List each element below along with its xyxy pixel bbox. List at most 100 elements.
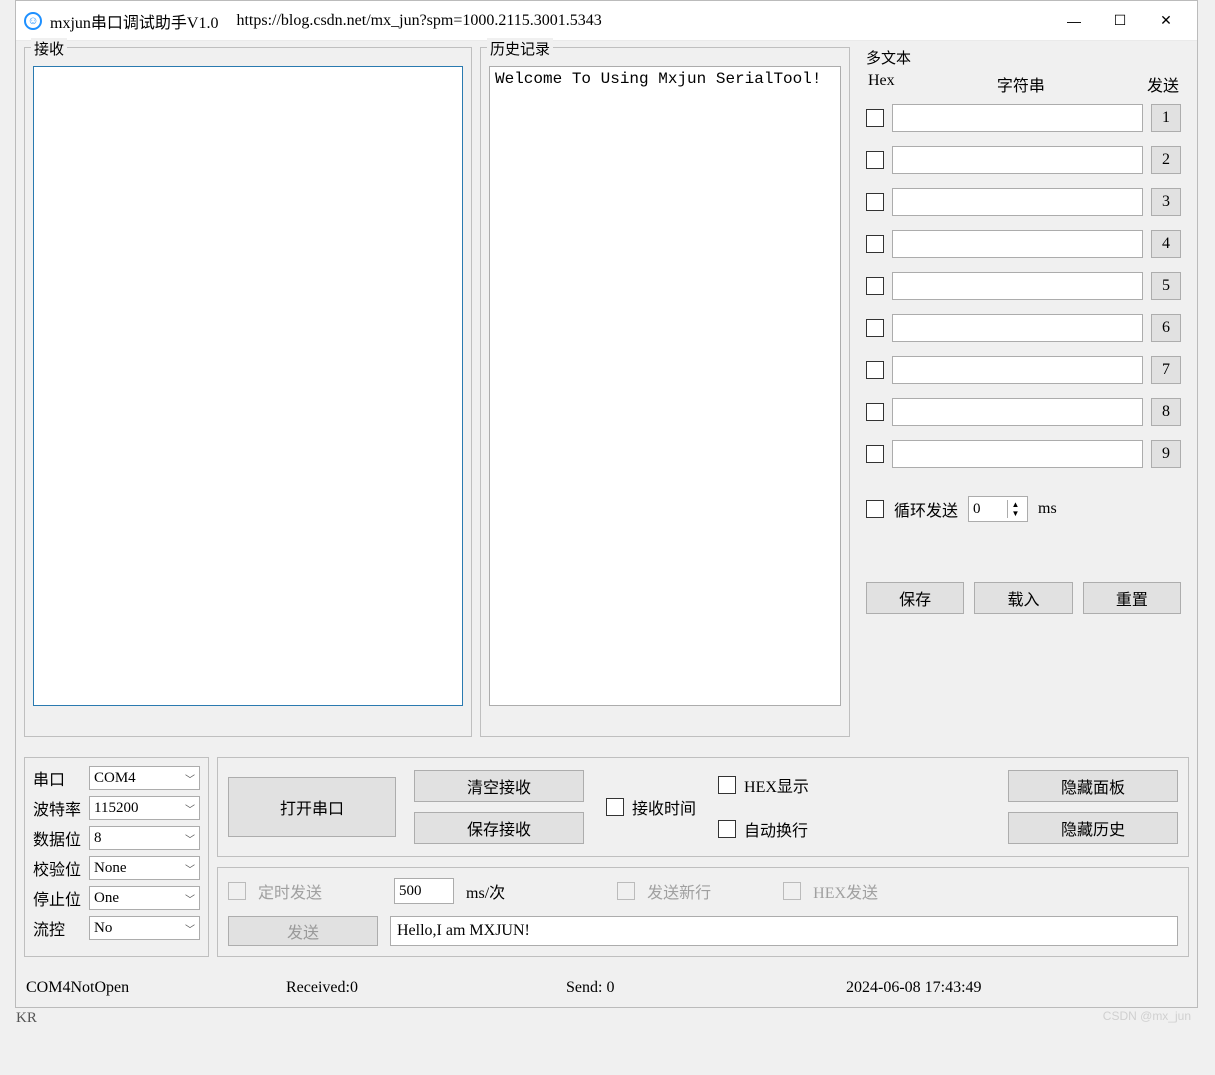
- multi-text-input[interactable]: [892, 398, 1143, 426]
- status-send: Send: 0: [566, 979, 846, 997]
- multi-reset-button[interactable]: 重置: [1083, 582, 1181, 614]
- loop-send-checkbox[interactable]: [866, 500, 884, 518]
- baud-select[interactable]: 115200﹀: [89, 796, 200, 820]
- multi-row: 5: [866, 272, 1181, 300]
- port-label: 串口: [33, 766, 89, 790]
- send-button[interactable]: 发送: [228, 916, 378, 946]
- multi-send-button-5[interactable]: 5: [1151, 272, 1181, 300]
- multi-send-button-1[interactable]: 1: [1151, 104, 1181, 132]
- multi-row: 7: [866, 356, 1181, 384]
- multi-text-input[interactable]: [892, 272, 1143, 300]
- multi-send-button-2[interactable]: 2: [1151, 146, 1181, 174]
- titlebar: ☺ mxjun串口调试助手V1.0 https://blog.csdn.net/…: [16, 1, 1197, 41]
- clear-receive-button[interactable]: 清空接收: [414, 770, 584, 802]
- multi-row: 8: [866, 398, 1181, 426]
- send-newline-checkbox[interactable]: [617, 882, 635, 900]
- save-receive-button[interactable]: 保存接收: [414, 812, 584, 844]
- multi-row: 6: [866, 314, 1181, 342]
- spin-down-icon[interactable]: ▼: [1008, 509, 1023, 518]
- control-panel: 打开串口 清空接收 保存接收 接收时间 HEX显示 自动换行 隐藏面板 隐藏历: [217, 757, 1189, 857]
- hex-send-checkbox[interactable]: [783, 882, 801, 900]
- multi-hex-checkbox[interactable]: [866, 193, 884, 211]
- multi-save-button[interactable]: 保存: [866, 582, 964, 614]
- recv-time-checkbox[interactable]: [606, 798, 624, 816]
- auto-wrap-checkbox[interactable]: [718, 820, 736, 838]
- multi-send-button-4[interactable]: 4: [1151, 230, 1181, 258]
- flow-select[interactable]: No﹀: [89, 916, 200, 940]
- chevron-down-icon: ﹀: [185, 921, 195, 936]
- multi-text-input[interactable]: [892, 356, 1143, 384]
- multi-row: 9: [866, 440, 1181, 468]
- loop-interval-spinner[interactable]: ▲▼: [968, 496, 1028, 522]
- loop-send-label: 循环发送: [894, 497, 958, 521]
- multi-text-input[interactable]: [892, 104, 1143, 132]
- multi-hex-checkbox[interactable]: [866, 277, 884, 295]
- send-interval-input[interactable]: [394, 878, 454, 904]
- multi-send-button-6[interactable]: 6: [1151, 314, 1181, 342]
- recv-time-label: 接收时间: [632, 795, 696, 819]
- send-panel: 定时发送 ms/次 发送新行 HEX发送 发送: [217, 867, 1189, 957]
- history-textarea[interactable]: Welcome To Using Mxjun SerialTool!: [489, 66, 841, 706]
- background-text: KR: [16, 1010, 1215, 1027]
- databits-label: 数据位: [33, 826, 89, 850]
- chevron-down-icon: ﹀: [185, 891, 195, 906]
- flow-label: 流控: [33, 916, 89, 940]
- multi-row: 2: [866, 146, 1181, 174]
- multi-text-input[interactable]: [892, 188, 1143, 216]
- app-window: ☺ mxjun串口调试助手V1.0 https://blog.csdn.net/…: [15, 0, 1198, 1008]
- status-port: COM4NotOpen: [26, 979, 286, 997]
- multi-send-button-8[interactable]: 8: [1151, 398, 1181, 426]
- multi-text-input[interactable]: [892, 440, 1143, 468]
- multi-hex-checkbox[interactable]: [866, 403, 884, 421]
- status-bar: COM4NotOpen Received:0 Send: 0 2024-06-0…: [16, 965, 1197, 1007]
- timed-send-checkbox[interactable]: [228, 882, 246, 900]
- loop-unit: ms: [1038, 500, 1057, 518]
- parity-label: 校验位: [33, 856, 89, 880]
- receive-textarea[interactable]: [33, 66, 463, 706]
- open-port-button[interactable]: 打开串口: [228, 777, 396, 837]
- receive-title: 接收: [31, 38, 67, 59]
- send-newline-label: 发送新行: [647, 879, 711, 903]
- multi-hex-checkbox[interactable]: [866, 151, 884, 169]
- stopbits-label: 停止位: [33, 886, 89, 910]
- history-title: 历史记录: [487, 38, 553, 59]
- multi-text-input[interactable]: [892, 314, 1143, 342]
- multi-send-button-7[interactable]: 7: [1151, 356, 1181, 384]
- maximize-button[interactable]: ☐: [1097, 5, 1143, 37]
- multi-text-input[interactable]: [892, 230, 1143, 258]
- multi-send-button-3[interactable]: 3: [1151, 188, 1181, 216]
- multi-hex-checkbox[interactable]: [866, 361, 884, 379]
- hex-show-checkbox[interactable]: [718, 776, 736, 794]
- multi-hex-checkbox[interactable]: [866, 109, 884, 127]
- auto-wrap-label: 自动换行: [744, 817, 808, 841]
- hide-panel-button[interactable]: 隐藏面板: [1008, 770, 1178, 802]
- hex-show-label: HEX显示: [744, 773, 809, 797]
- hex-send-label: HEX发送: [813, 879, 878, 903]
- parity-select[interactable]: None﹀: [89, 856, 200, 880]
- multi-hex-checkbox[interactable]: [866, 235, 884, 253]
- multi-hdr-hex: Hex: [868, 72, 895, 96]
- multi-text-input[interactable]: [892, 146, 1143, 174]
- status-received: Received:0: [286, 979, 566, 997]
- multi-hdr-str: 字符串: [997, 72, 1045, 96]
- send-text-input[interactable]: [390, 916, 1178, 946]
- spin-up-icon[interactable]: ▲: [1008, 500, 1023, 509]
- multi-hdr-send: 发送: [1147, 72, 1179, 96]
- window-url: https://blog.csdn.net/mx_jun?spm=1000.21…: [236, 12, 601, 30]
- databits-select[interactable]: 8﹀: [89, 826, 200, 850]
- loop-interval-input[interactable]: [969, 501, 1007, 518]
- minimize-button[interactable]: —: [1051, 5, 1097, 37]
- multi-hex-checkbox[interactable]: [866, 445, 884, 463]
- multi-load-button[interactable]: 载入: [974, 582, 1072, 614]
- port-select[interactable]: COM4﹀: [89, 766, 200, 790]
- close-button[interactable]: ✕: [1143, 5, 1189, 37]
- interval-unit: ms/次: [466, 879, 505, 903]
- stopbits-select[interactable]: One﹀: [89, 886, 200, 910]
- hide-history-button[interactable]: 隐藏历史: [1008, 812, 1178, 844]
- multi-row: 1: [866, 104, 1181, 132]
- timed-send-label: 定时发送: [258, 879, 322, 903]
- client-area: 接收 历史记录 Welcome To Using Mxjun SerialToo…: [16, 41, 1197, 965]
- multi-hex-checkbox[interactable]: [866, 319, 884, 337]
- receive-group: 接收: [24, 47, 472, 737]
- multi-send-button-9[interactable]: 9: [1151, 440, 1181, 468]
